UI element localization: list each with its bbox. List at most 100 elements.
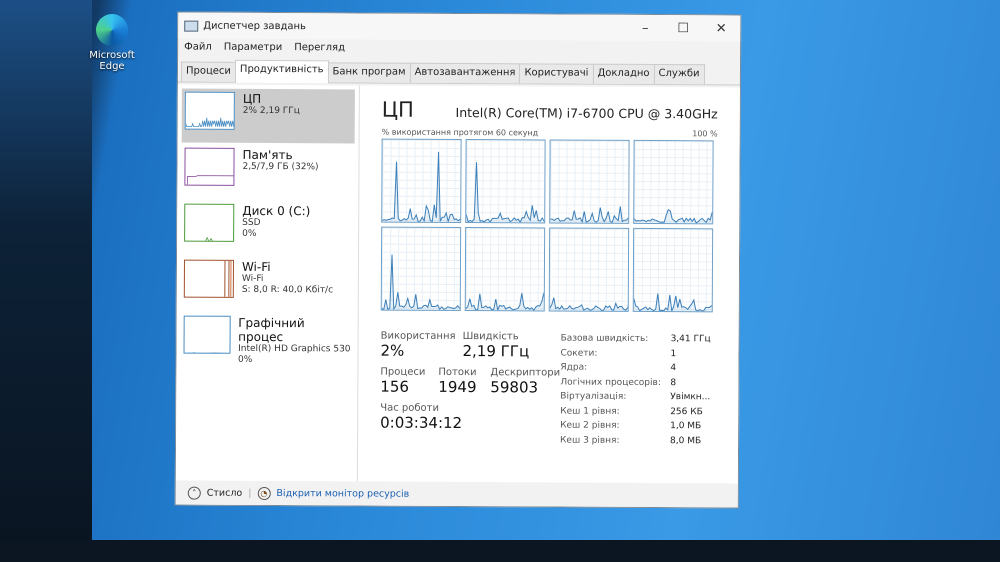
graph-label: % використання протягом 60 секунд (381, 127, 539, 138)
resource-name: Диск 0 (C:) (242, 203, 311, 219)
tab-app-history[interactable]: Банк програм (327, 62, 411, 83)
processes-value: 156 (380, 377, 410, 396)
detail-key: Сокети: (560, 348, 598, 359)
logical-cpu-graph (381, 138, 462, 224)
fewer-details-button[interactable]: Стисло (207, 487, 243, 498)
resource-item[interactable]: ЦП 2% 2,19 ГГц (181, 88, 355, 144)
detail-key: Кеш 2 рівня: (560, 420, 620, 431)
resource-monitor-icon: ◔ (257, 486, 271, 500)
logical-cpu-graph (548, 227, 630, 312)
uptime-value: 0:03:34:12 (380, 413, 463, 433)
thumbnail-line (186, 175, 235, 186)
tab-processes[interactable]: Процеси (180, 61, 236, 82)
cpu-usage-line (381, 254, 462, 312)
cpu-detail-row: Сокети: 1 (560, 346, 710, 361)
resource-thumbnail-graph (184, 147, 235, 186)
tab-users[interactable]: Користувачі (519, 63, 594, 84)
logical-cpu-graph (632, 227, 714, 313)
resource-thumbnail-graph (184, 91, 235, 130)
detail-key: Кеш 3 рівня: (560, 435, 620, 446)
cpu-details: Базова швидкість: 3,41 ГГц Сокети: 1 Ядра: 4 Л… (560, 332, 711, 449)
logical-cpu-graph (380, 226, 462, 312)
tab-performance[interactable]: Продуктивність (234, 59, 329, 84)
menu-view[interactable]: Перегляд (294, 42, 345, 56)
cpu-panel: ЦП Intel(R) Core(TM) i7-6700 CPU @ 3.40G… (358, 85, 740, 483)
resource-item[interactable]: Диск 0 (C:) SSD 0% (181, 201, 354, 256)
title-bar[interactable]: Диспетчер завдань – ☐ ✕ (178, 12, 741, 42)
detail-value: 1,0 МБ (670, 421, 702, 432)
detail-value: 256 КБ (670, 406, 703, 417)
desktop-icon-edge[interactable]: Microsoft Edge (88, 14, 136, 72)
thumbnail-line (184, 352, 231, 354)
detail-key: Ядра: (560, 362, 588, 373)
cpu-detail-row: Кеш 2 рівня: 1,0 МБ (560, 419, 710, 434)
open-resource-monitor-link[interactable]: Відкрити монітор ресурсів (276, 488, 409, 500)
resource-item[interactable]: Графічний процес Intel(R) HD Graphics 53… (180, 313, 353, 368)
thumbnail-line (185, 236, 235, 242)
edge-icon (96, 14, 128, 46)
resource-name: Wi-Fi (241, 259, 271, 275)
cpu-detail-row: Логічних процесорів: 8 (560, 375, 710, 390)
resource-list: ЦП 2% 2,19 ГГц Пам'ять 2,5/7,9 ГБ (32%) … (175, 84, 360, 482)
resource-thumbnail-graph (183, 315, 231, 354)
resource-name: ЦП (242, 91, 262, 106)
logical-cpu-graph (633, 139, 714, 225)
resource-name: Графічний процес (238, 315, 305, 345)
threads-label: Потоки (438, 366, 477, 379)
screen-bezel (0, 0, 92, 562)
detail-key: Віртуалізація: (560, 391, 627, 402)
window-title: Диспетчер завдань (203, 20, 306, 32)
cpu-model: Intel(R) Core(TM) i7-6700 CPU @ 3.40GHz (455, 104, 718, 122)
cpu-detail-row: Базова швидкість: 3,41 ГГц (561, 332, 711, 347)
resource-detail: 2,5/7,9 ГБ (32%) (242, 161, 319, 173)
tab-services[interactable]: Служби (653, 64, 705, 85)
detail-key: Кеш 1 рівня: (560, 406, 620, 417)
logical-cpu-graph (464, 227, 546, 312)
resource-thumbnail-graph (184, 203, 235, 242)
chevron-up-icon[interactable]: ˄ (187, 486, 201, 500)
processes-label: Процеси (380, 366, 426, 378)
thumbnail-line (185, 117, 235, 128)
tab-details[interactable]: Докладно (592, 63, 655, 85)
resource-item[interactable]: Wi-Fi Wi-Fi S: 8,0 R: 40,0 Кбіт/с (181, 257, 354, 312)
close-button[interactable]: ✕ (702, 21, 740, 36)
cpu-usage-line (550, 206, 630, 224)
detail-value: 4 (670, 363, 677, 374)
cpu-usage-line (549, 294, 630, 312)
cpu-usage-line (382, 151, 462, 224)
resource-detail: 2% 2,19 ГГц (242, 105, 300, 117)
handles-value: 59803 (490, 378, 539, 397)
threads-value: 1949 (438, 377, 477, 397)
cpu-detail-row: Кеш 1 рівня: 256 КБ (560, 404, 710, 419)
speed-value: 2,19 ГГц (462, 342, 530, 361)
detail-value: 8 (670, 377, 677, 388)
footer: ˄ Стисло | ◔ Відкрити монітор ресурсів (175, 480, 738, 508)
logical-cpu-graphs (380, 138, 718, 313)
maximize-button[interactable]: ☐ (664, 21, 702, 36)
screen-bezel-bottom (0, 540, 1000, 562)
tab-startup[interactable]: Автозавантаження (409, 62, 521, 84)
menu-options[interactable]: Параметри (224, 42, 283, 56)
usage-label: Використання (380, 330, 456, 342)
graph-max: 100 % (692, 129, 718, 139)
speed-label: Швидкість (462, 331, 519, 343)
detail-value: 1 (670, 348, 677, 359)
cpu-usage-line (466, 162, 546, 224)
resource-detail: Intel(R) HD Graphics 530 (238, 343, 351, 355)
resource-detail: 0% (242, 228, 257, 239)
cpu-detail-row: Віртуалізація: Увімкн... (560, 390, 710, 405)
task-manager-window: Диспетчер завдань – ☐ ✕ Файл Параметри П… (174, 11, 742, 509)
cpu-usage-line (465, 292, 546, 312)
menu-file[interactable]: Файл (184, 42, 212, 56)
minimize-button[interactable]: – (626, 20, 664, 35)
menu-bar: Файл Параметри Перегляд (178, 39, 740, 62)
detail-key: Логічних процесорів: (560, 377, 661, 388)
logical-cpu-graph (549, 139, 630, 224)
detail-key: Базова швидкість: (560, 333, 649, 344)
desktop-icon-label: Microsoft Edge (89, 50, 135, 72)
detail-value: 8,0 МБ (670, 435, 702, 446)
resource-item[interactable]: Пам'ять 2,5/7,9 ГБ (32%) (181, 145, 354, 200)
usage-value: 2% (380, 341, 405, 360)
cpu-title: ЦП (381, 97, 414, 122)
cpu-usage-line (634, 209, 714, 225)
